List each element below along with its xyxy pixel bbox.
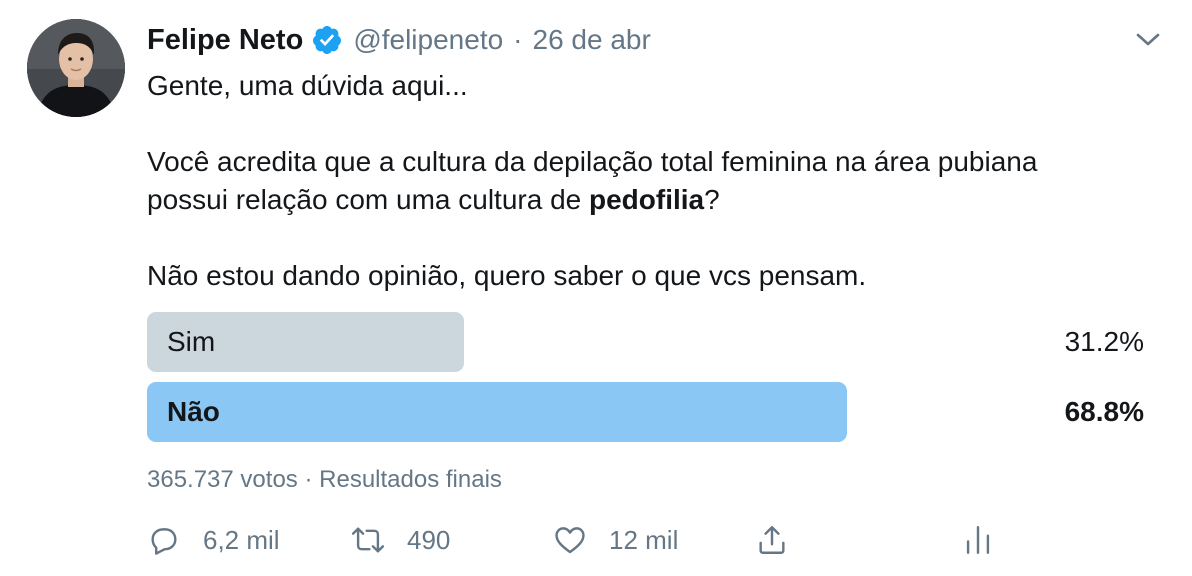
reply-count: 6,2 mil — [203, 524, 280, 555]
reply-button[interactable]: 6,2 mil — [147, 520, 280, 560]
poll-status: Resultados finais — [319, 466, 502, 493]
avatar[interactable] — [27, 19, 125, 117]
chevron-down-icon[interactable] — [1134, 28, 1162, 50]
tweet-text-bold: pedofilia — [589, 184, 705, 215]
poll-meta: 365.737 votos · Resultados finais — [147, 466, 502, 494]
author-handle[interactable]: @felipeneto — [353, 24, 503, 56]
separator-dot: · — [304, 466, 320, 493]
heart-icon — [555, 527, 585, 554]
reply-icon — [151, 528, 177, 555]
tweet-text-line: Gente, uma dúvida aqui... — [147, 70, 468, 101]
verified-badge-icon — [311, 24, 343, 56]
tweet-text-line: Não estou dando opinião, quero saber o q… — [147, 260, 867, 291]
retweet-count: 490 — [407, 524, 451, 555]
tweet-text-part: ? — [704, 184, 720, 215]
like-button[interactable]: 12 mil — [553, 520, 678, 560]
tweet-text-part: possui relação com uma cultura de — [147, 184, 589, 215]
poll-option-percent: 68.8% — [1064, 396, 1144, 427]
share-button[interactable] — [755, 520, 789, 560]
tweet-date[interactable]: 26 de abr — [533, 24, 651, 56]
poll-option-label: Sim — [167, 326, 216, 357]
analytics-button[interactable] — [961, 520, 995, 560]
analytics-icon — [966, 526, 990, 554]
tweet-text-line: possui relação com uma cultura de pedofi… — [147, 181, 720, 219]
poll-option-percent: 31.2% — [1064, 326, 1144, 357]
poll-option-label: Não — [167, 396, 220, 427]
retweet-icon — [351, 527, 385, 553]
tweet-header: Felipe Neto @felipeneto · 26 de abr — [147, 20, 651, 60]
tweet-text-line: Você acredita que a cultura da depilação… — [147, 146, 1038, 177]
retweet-button[interactable]: 490 — [351, 520, 450, 560]
like-count: 12 mil — [609, 524, 679, 555]
separator-dot: · — [513, 24, 523, 55]
poll-votes: 365.737 votos — [147, 466, 298, 493]
poll-bar-nao — [147, 382, 847, 442]
share-icon — [759, 526, 785, 554]
author-name[interactable]: Felipe Neto — [147, 24, 303, 57]
